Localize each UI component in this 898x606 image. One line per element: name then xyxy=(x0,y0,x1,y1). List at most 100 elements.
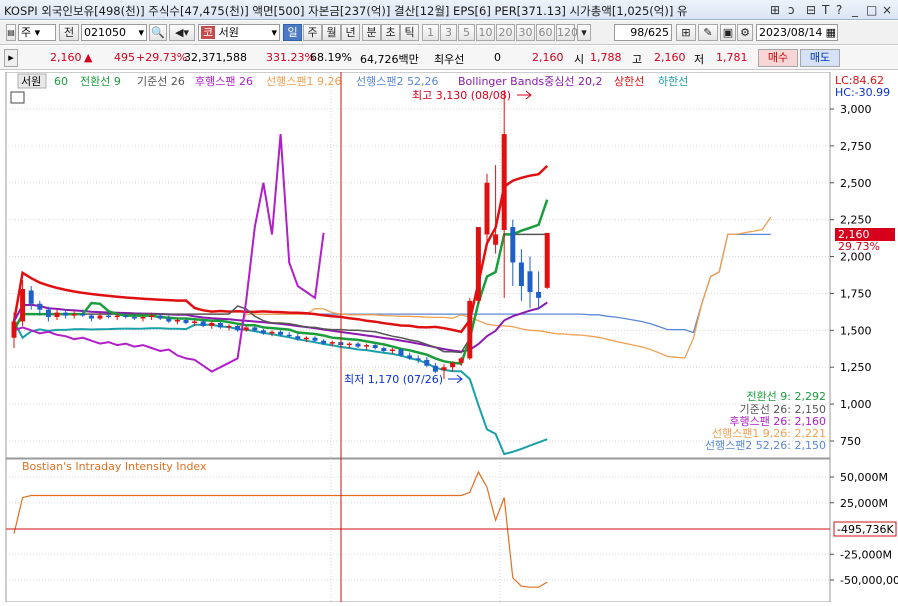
candle-body xyxy=(200,321,206,326)
legend-upper[interactable]: 상한선 xyxy=(614,75,644,88)
minute-1-button[interactable]: 1 xyxy=(422,24,439,41)
period-unit-value: 주 xyxy=(21,26,32,39)
candle-body xyxy=(458,358,464,363)
legend-conversion[interactable]: 전환선 9 xyxy=(80,75,121,88)
priority-label: 최우선 xyxy=(434,53,465,66)
minimize-button[interactable]: _ xyxy=(852,3,858,17)
legend-base[interactable]: 기준선 26 xyxy=(137,75,185,88)
candle-body xyxy=(518,262,524,287)
candle-body xyxy=(54,312,60,318)
interval-minute[interactable]: 분 xyxy=(362,24,381,41)
candle-body xyxy=(192,321,198,323)
minute-120-button[interactable]: 120 xyxy=(556,24,578,41)
date-input[interactable]: 2023/08/14 ▦ xyxy=(756,24,838,41)
price-pane-frame xyxy=(5,71,831,459)
page-counter: 98/625 xyxy=(614,24,672,41)
tool-draw-icon[interactable]: ✎ xyxy=(698,24,718,41)
grid-toggle-icon[interactable] xyxy=(10,91,25,104)
candle-body xyxy=(80,314,86,316)
candle-body xyxy=(106,315,112,318)
candle-body xyxy=(527,271,533,292)
candle-body xyxy=(278,331,284,335)
buy-button[interactable]: 매수 xyxy=(758,49,798,67)
candle-body xyxy=(544,232,550,288)
candle-body xyxy=(303,337,309,340)
interval-month[interactable]: 월 xyxy=(322,24,341,41)
settings-gear-icon[interactable]: ⚙ xyxy=(737,24,753,41)
indicator-tick-label: 50,000M xyxy=(840,471,888,484)
legend-leading1[interactable]: 선행스팬1 9,26 xyxy=(266,75,341,88)
options-button[interactable]: ▾ xyxy=(577,24,591,41)
volume: 32,371,588 xyxy=(184,51,247,64)
minute-20-button[interactable]: 20 xyxy=(496,24,515,41)
indicator-title: Bostian's Intraday Intensity Index xyxy=(22,460,207,473)
chart-area[interactable]: 750 1,000 1,250 1,500 1,750 2,000 2,250 2,500 2,… xyxy=(0,71,898,603)
current-price: 2,160 xyxy=(50,51,82,64)
legend-lagging[interactable]: 후행스팬 26 xyxy=(195,75,253,88)
interval-day[interactable]: 일 xyxy=(283,24,302,41)
minute-30-button[interactable]: 30 xyxy=(516,24,535,41)
window-title-bar: KOSPI 외국인보유[498(천)] 주식수[47,475(천)] 액면[50… xyxy=(0,0,898,20)
search-icon[interactable]: 🔍 xyxy=(149,24,167,41)
candle-body xyxy=(398,349,404,356)
sell-button[interactable]: 매도 xyxy=(800,49,840,67)
link-icon[interactable]: ↄ xyxy=(788,3,795,17)
legend-leading2[interactable]: 선행스팬2 52,26 xyxy=(356,75,438,88)
legend-period: 60 xyxy=(54,75,68,88)
quote-menu-icon[interactable]: ▸ xyxy=(4,49,18,67)
minute-10-button[interactable]: 10 xyxy=(476,24,495,41)
maximize-button[interactable]: □ xyxy=(866,3,877,17)
low-annotation: 최저 1,170 (07/26) xyxy=(344,373,443,386)
legend-stock: 서원 xyxy=(21,75,41,88)
candle-body xyxy=(20,289,26,322)
candle-body xyxy=(88,315,94,319)
interval-second[interactable]: 초 xyxy=(381,24,400,41)
price-tick-label: 1,250 xyxy=(840,361,872,374)
candle-body xyxy=(432,365,438,372)
split-icon[interactable]: ⊟ xyxy=(806,3,816,17)
toolbar-menu-icon[interactable]: ▤ xyxy=(6,24,16,41)
stock-name-field[interactable]: 코 서원 ▾ xyxy=(198,24,280,41)
chart-svg[interactable]: 7501,0001,2501,5001,7502,0002,2502,5002,… xyxy=(0,71,898,603)
candle-body xyxy=(475,227,481,301)
close-button[interactable]: × xyxy=(882,3,892,17)
minute-3-button[interactable]: 3 xyxy=(440,24,457,41)
candle-body xyxy=(174,320,180,322)
tool-save-icon[interactable]: ▣ xyxy=(720,24,736,41)
help-icon[interactable]: ? xyxy=(836,3,842,17)
stock-code-value: 021050 xyxy=(84,26,126,39)
candle-body xyxy=(415,358,421,360)
price-change-pct: +29.73% xyxy=(136,51,188,64)
interval-tick[interactable]: 틱 xyxy=(400,24,419,41)
price-tick-label: 3,000 xyxy=(840,103,872,116)
candle-body xyxy=(501,134,507,230)
text-icon[interactable]: T xyxy=(822,3,829,17)
tool-grid-icon[interactable]: ⊞ xyxy=(676,24,696,41)
high-label: 고 xyxy=(632,53,643,66)
value-leading2: 선행스팬2 52,26: 2,150 xyxy=(705,439,826,452)
candle-body xyxy=(226,325,232,328)
indicator-pane-frame xyxy=(5,458,831,603)
low-price: 1,781 xyxy=(716,51,748,64)
prev-button[interactable]: 전 xyxy=(59,24,79,41)
candle-body xyxy=(149,315,155,318)
minute-5-button[interactable]: 5 xyxy=(458,24,475,41)
candle-body xyxy=(286,334,292,337)
minute-60-button[interactable]: 60 xyxy=(536,24,555,41)
interval-year[interactable]: 년 xyxy=(341,24,360,41)
price-tick-label: 1,500 xyxy=(840,324,872,337)
candle-body xyxy=(493,234,499,245)
stock-code-input[interactable]: 021050 ▾ xyxy=(81,24,147,41)
period-unit-select[interactable]: 주 ▾ xyxy=(18,24,56,41)
sound-icon[interactable]: ◀▾ xyxy=(169,24,195,41)
candle-body xyxy=(467,300,473,359)
legend-lower[interactable]: 하한선 xyxy=(658,74,688,88)
legend-bollinger-mid[interactable]: Bollinger Bands중심선 20,2 xyxy=(458,75,603,88)
candle-body xyxy=(355,343,361,347)
layout-icon[interactable]: ⊞ xyxy=(770,3,780,17)
up-arrow-icon: ▲ xyxy=(84,51,93,64)
high-annotation: 최고 3,130 (08/08) xyxy=(412,89,511,102)
price-tick-label: 2,250 xyxy=(840,214,872,227)
interval-week[interactable]: 주 xyxy=(303,24,322,41)
candle-body xyxy=(217,322,223,328)
